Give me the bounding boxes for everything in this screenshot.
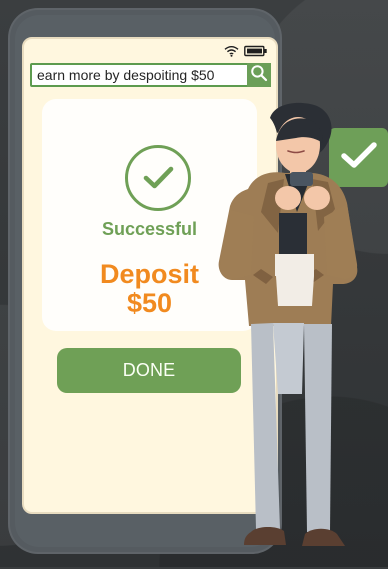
status-bar — [224, 45, 268, 57]
search-bar[interactable]: earn more by despoiting $50 — [30, 63, 271, 87]
search-input[interactable]: earn more by despoiting $50 — [32, 63, 247, 87]
person-illustration — [206, 94, 362, 564]
battery-icon — [244, 45, 268, 57]
wifi-icon — [224, 45, 239, 57]
search-button[interactable] — [247, 63, 271, 87]
success-check-icon — [125, 145, 191, 211]
search-icon — [250, 64, 268, 87]
